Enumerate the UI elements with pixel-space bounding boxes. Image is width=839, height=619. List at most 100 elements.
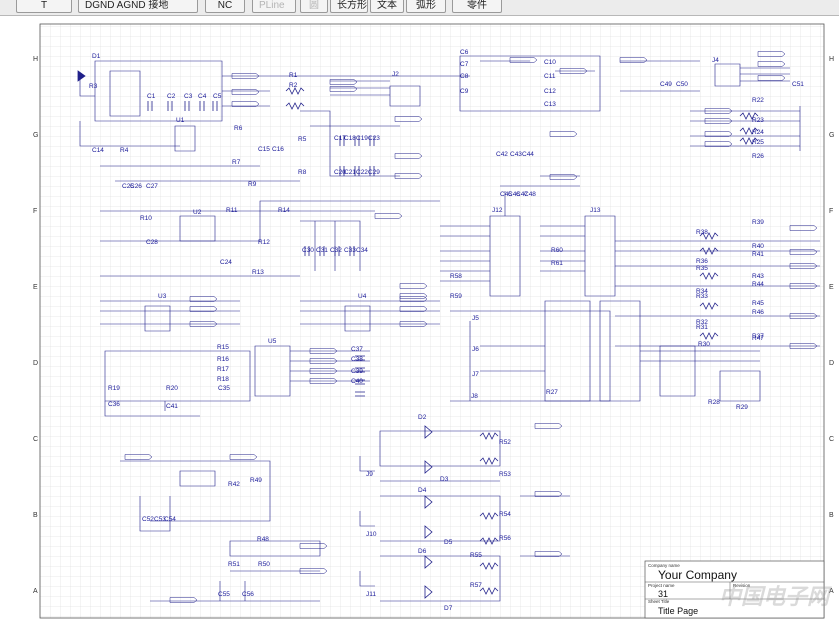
refdes-r29[interactable]: R29 [736, 404, 748, 411]
refdes-c9[interactable]: C9 [460, 88, 469, 95]
refdes-j4[interactable]: J4 [712, 57, 719, 64]
refdes-c13[interactable]: C13 [544, 101, 556, 108]
refdes-c27[interactable]: C27 [146, 183, 158, 190]
refdes-c43[interactable]: C43 [510, 151, 522, 158]
refdes-r59[interactable]: R59 [450, 293, 462, 300]
refdes-r45[interactable]: R45 [752, 300, 764, 307]
refdes-r23[interactable]: R23 [752, 117, 764, 124]
refdes-r57[interactable]: R57 [470, 582, 482, 589]
refdes-c40[interactable]: C40 [351, 378, 363, 385]
refdes-r15[interactable]: R15 [217, 344, 229, 351]
refdes-u3[interactable]: U3 [158, 293, 167, 300]
refdes-r25[interactable]: R25 [752, 139, 764, 146]
refdes-j7[interactable]: J7 [472, 371, 479, 378]
refdes-c3[interactable]: C3 [184, 93, 193, 100]
refdes-j10[interactable]: J10 [366, 531, 377, 538]
text-label-tool-button[interactable]: 文本 [370, 0, 404, 13]
refdes-r53[interactable]: R53 [499, 471, 511, 478]
circle-tool-button[interactable]: 圆 [300, 0, 328, 13]
refdes-r13[interactable]: R13 [252, 269, 264, 276]
refdes-r6[interactable]: R6 [234, 125, 243, 132]
refdes-r27[interactable]: R27 [546, 389, 558, 396]
nc-tool-button[interactable]: NC [205, 0, 245, 13]
refdes-c50[interactable]: C50 [676, 81, 688, 88]
refdes-c1[interactable]: C1 [147, 93, 156, 100]
refdes-c5[interactable]: C5 [213, 93, 222, 100]
refdes-r49[interactable]: R49 [250, 477, 262, 484]
refdes-c55[interactable]: C55 [218, 591, 230, 598]
refdes-u1[interactable]: U1 [176, 117, 185, 124]
refdes-r2[interactable]: R2 [289, 82, 298, 89]
refdes-r60[interactable]: R60 [551, 247, 563, 254]
refdes-c33[interactable]: C33 [344, 247, 356, 254]
refdes-c28[interactable]: C28 [146, 239, 158, 246]
refdes-d6[interactable]: D6 [418, 548, 427, 555]
refdes-r5[interactable]: R5 [298, 136, 307, 143]
refdes-d2[interactable]: D2 [418, 414, 427, 421]
refdes-r9[interactable]: R9 [248, 181, 257, 188]
refdes-r8[interactable]: R8 [298, 169, 307, 176]
refdes-r3[interactable]: R3 [89, 83, 98, 90]
refdes-d3[interactable]: D3 [440, 476, 449, 483]
refdes-c22[interactable]: C22 [356, 169, 368, 176]
refdes-c34[interactable]: C34 [356, 247, 368, 254]
refdes-c7[interactable]: C7 [460, 61, 469, 68]
refdes-c37[interactable]: C37 [351, 346, 363, 353]
refdes-c44[interactable]: C44 [522, 151, 534, 158]
refdes-r50[interactable]: R50 [258, 561, 270, 568]
refdes-c12[interactable]: C12 [544, 88, 556, 95]
refdes-d1[interactable]: D1 [92, 53, 101, 60]
refdes-c23[interactable]: C23 [368, 135, 380, 142]
refdes-c26[interactable]: C26 [130, 183, 142, 190]
rectangle-tool-button[interactable]: 长方形 [330, 0, 368, 13]
ground-tool-button[interactable]: DGND AGND 接地 [78, 0, 198, 13]
refdes-r39[interactable]: R39 [752, 219, 764, 226]
refdes-r61[interactable]: R61 [551, 260, 563, 267]
refdes-r1[interactable]: R1 [289, 72, 298, 79]
refdes-j9[interactable]: J9 [366, 471, 373, 478]
refdes-j6[interactable]: J6 [472, 346, 479, 353]
refdes-r26[interactable]: R26 [752, 153, 764, 160]
refdes-u4[interactable]: U4 [358, 293, 367, 300]
refdes-r12[interactable]: R12 [258, 239, 270, 246]
refdes-r56[interactable]: R56 [499, 535, 511, 542]
refdes-c10[interactable]: C10 [544, 59, 556, 66]
refdes-r44[interactable]: R44 [752, 281, 764, 288]
refdes-r19[interactable]: R19 [108, 385, 120, 392]
refdes-r30[interactable]: R30 [698, 341, 710, 348]
refdes-r51[interactable]: R51 [228, 561, 240, 568]
refdes-j2[interactable]: J2 [392, 71, 399, 78]
refdes-c39[interactable]: C39 [351, 368, 363, 375]
refdes-r18[interactable]: R18 [217, 376, 229, 383]
refdes-r43[interactable]: R43 [752, 273, 764, 280]
refdes-c4[interactable]: C4 [198, 93, 207, 100]
refdes-r16[interactable]: R16 [217, 356, 229, 363]
schematic-canvas[interactable]: H HG GF FE ED DC CB BA A U1U2U3 U4U5J2J4… [0, 16, 839, 619]
refdes-r7[interactable]: R7 [232, 159, 241, 166]
refdes-c24[interactable]: C24 [220, 259, 232, 266]
refdes-r17[interactable]: R17 [217, 366, 229, 373]
refdes-c8[interactable]: C8 [460, 73, 469, 80]
refdes-r48[interactable]: R48 [257, 536, 269, 543]
refdes-c21[interactable]: C21 [344, 169, 356, 176]
refdes-r20[interactable]: R20 [166, 385, 178, 392]
refdes-c48[interactable]: C48 [524, 191, 536, 198]
refdes-c6[interactable]: C6 [460, 49, 469, 56]
refdes-c49[interactable]: C49 [660, 81, 672, 88]
refdes-r4[interactable]: R4 [120, 147, 129, 154]
refdes-r40[interactable]: R40 [752, 243, 764, 250]
refdes-c11[interactable]: C11 [544, 73, 556, 80]
refdes-j11[interactable]: J11 [366, 591, 376, 598]
refdes-u5[interactable]: U5 [268, 338, 277, 345]
refdes-j12[interactable]: J12 [492, 207, 503, 214]
refdes-r55[interactable]: R55 [470, 552, 482, 559]
refdes-j8[interactable]: J8 [471, 393, 478, 400]
refdes-d5[interactable]: D5 [444, 539, 453, 546]
refdes-c32[interactable]: C32 [330, 247, 342, 254]
refdes-r36[interactable]: R36 [696, 258, 708, 265]
refdes-r47[interactable]: R47 [752, 335, 764, 342]
pline-tool-button[interactable]: PLine [252, 0, 296, 13]
refdes-c36[interactable]: C36 [108, 401, 120, 408]
refdes-r22[interactable]: R22 [752, 97, 764, 104]
refdes-r41[interactable]: R41 [752, 251, 764, 258]
